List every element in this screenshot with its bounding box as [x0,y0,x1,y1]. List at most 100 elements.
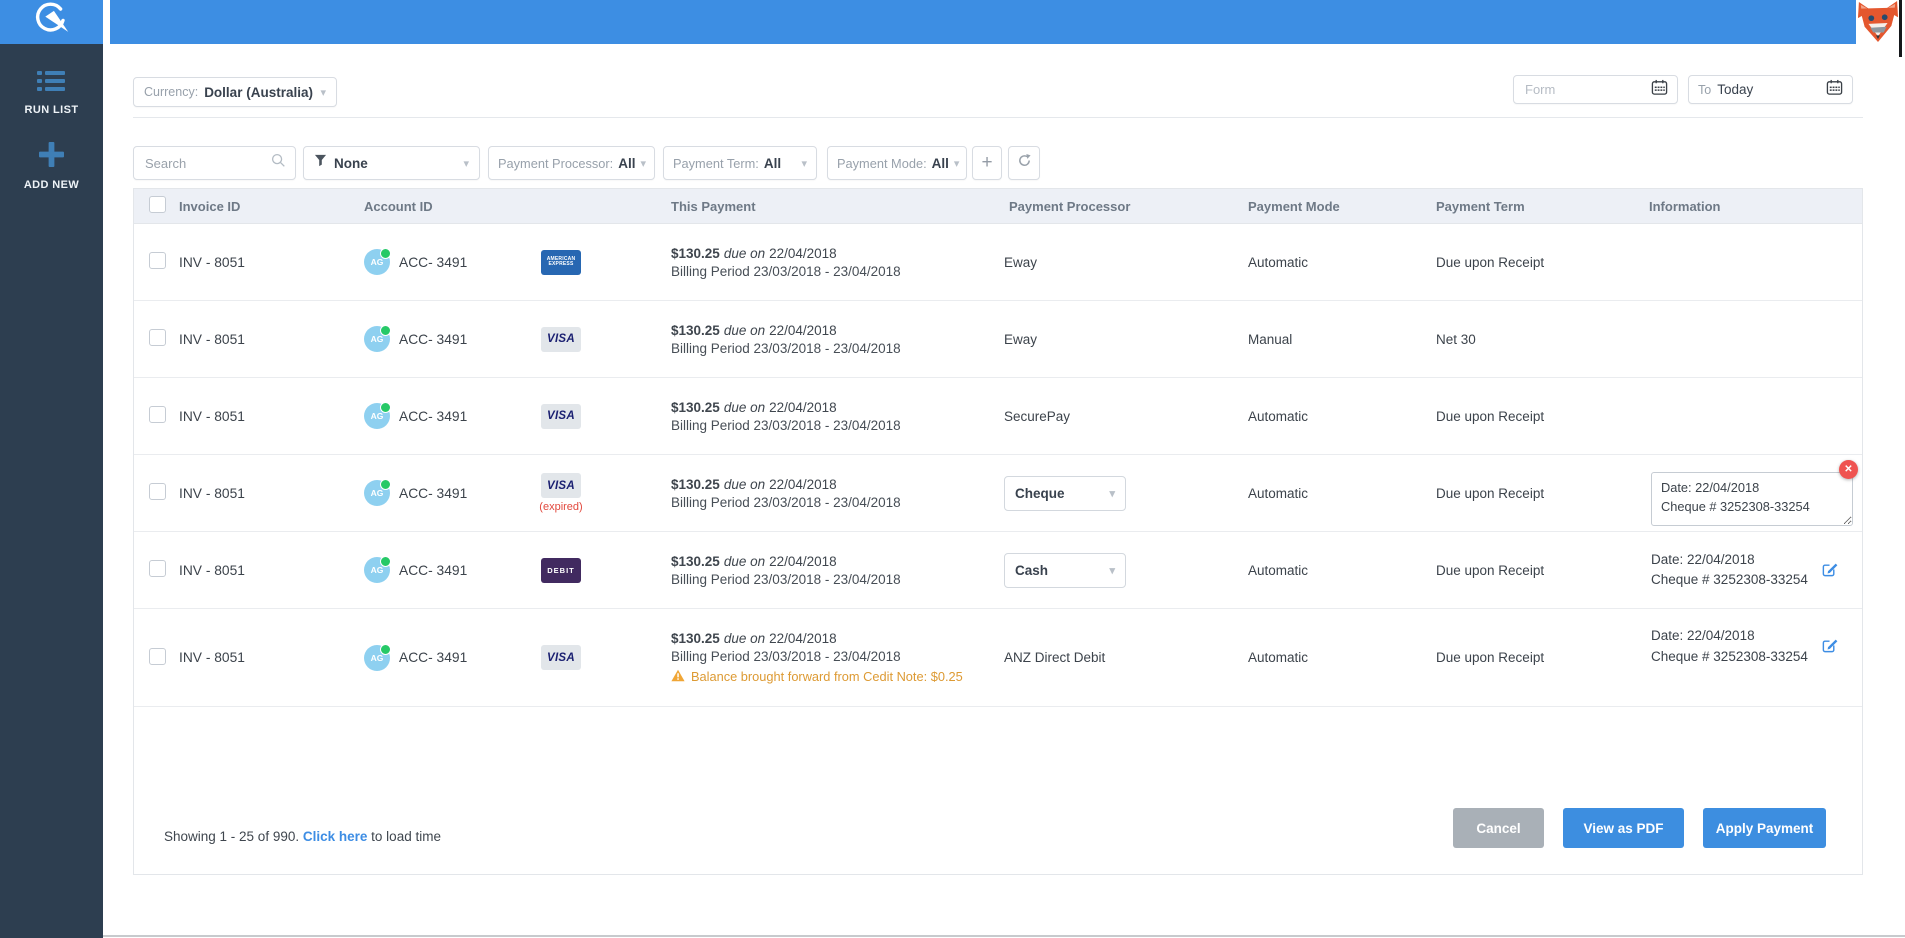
app-logo[interactable] [0,0,103,44]
payment-mode: Automatic [1243,486,1434,501]
close-icon[interactable]: ✕ [1839,460,1858,479]
due-word: due on [724,246,765,261]
filter-label: Payment Processor: [498,156,613,171]
info-textarea[interactable]: Date: 22/04/2018 Cheque # 3252308-33254 [1651,472,1853,526]
chevron-down-icon: ▾ [1109,564,1115,577]
view-as-pdf-button[interactable]: View as PDF [1563,808,1684,848]
calendar-icon[interactable] [1651,79,1668,101]
fox-mascot-icon [1855,1,1901,43]
row-checkbox[interactable] [149,329,166,346]
processor-select[interactable]: Cheque ▾ [1004,476,1126,511]
refresh-icon [1017,153,1032,173]
select-all-checkbox[interactable] [149,196,166,213]
currency-select[interactable]: Currency: Dollar (Australia) ▾ [133,77,337,107]
currency-label: Currency: [144,85,198,99]
funnel-icon [314,154,327,172]
payment-cell: $130.25due on22/04/2018 Billing Period 2… [669,477,1004,510]
account-id: ACC- 3491 [399,255,467,270]
window-edge-line [1899,0,1902,57]
edit-icon[interactable] [1821,560,1839,581]
payment-mode: Automatic [1243,409,1434,424]
date-from-input[interactable] [1523,81,1645,98]
reset-filters-button[interactable] [1008,146,1040,180]
sidebar-item-add-new[interactable]: ADD NEW [24,142,79,191]
avatar: AG [364,403,390,429]
app-window: RUN LIST ADD NEW Currency: Dollar (Austr… [0,0,1905,938]
filter-label: Payment Mode: [837,156,927,171]
chevron-down-icon: ▾ [954,157,960,170]
due-word: due on [724,554,765,569]
billing-period: Billing Period 23/03/2018 - 23/04/2018 [671,418,1004,433]
window-bottom-line [0,935,1905,937]
payments-table: Invoice ID Account ID This Payment Payme… [133,188,1863,875]
due-date: 22/04/2018 [769,323,837,338]
billing-period: Billing Period 23/03/2018 - 23/04/2018 [671,649,1004,664]
payment-mode: Automatic [1243,255,1434,270]
top-nav-bar [110,0,1856,44]
apply-payment-button[interactable]: Apply Payment [1703,808,1826,848]
cancel-button[interactable]: Cancel [1453,808,1544,848]
payment-term: Due upon Receipt [1434,486,1649,501]
amex-card-icon: AMERICAN EXPRESS [541,250,581,275]
online-status-dot [380,325,391,336]
sidebar-item-label: ADD NEW [24,179,79,191]
table-row: INV - 8051 AG ACC- 3491 VISA $130.25due … [134,609,1862,707]
due-date: 22/04/2018 [769,246,837,261]
date-from-field[interactable] [1513,75,1678,104]
filter-payment-mode[interactable]: Payment Mode: All ▾ [827,146,967,180]
filter-none-select[interactable]: None ▾ [303,146,480,180]
sidebar-item-run-list[interactable]: RUN LIST [25,70,79,116]
filter-value: All [764,156,781,171]
account-id: ACC- 3491 [399,486,467,501]
due-word: due on [724,400,765,415]
search-box[interactable] [133,146,296,180]
payment-cell: $130.25due on22/04/2018 Billing Period 2… [669,400,1004,433]
load-more-link[interactable]: Click here [303,829,368,844]
account-id: ACC- 3491 [399,332,467,347]
filter-payment-term[interactable]: Payment Term: All ▾ [663,146,817,180]
avatar: AG [364,645,390,671]
search-input[interactable] [143,155,271,172]
filter-payment-processor[interactable]: Payment Processor: All ▾ [488,146,655,180]
warning-text: Balance brought forward from Cedit Note:… [691,669,963,684]
col-header-term: Payment Term [1434,199,1649,214]
payment-amount: $130.25 [671,246,720,261]
info-editor: Date: 22/04/2018 Cheque # 3252308-33254 … [1651,472,1853,526]
plus-icon [39,142,64,172]
chevron-down-icon: ▾ [640,157,646,170]
warning-icon [671,669,685,685]
sidebar: RUN LIST ADD NEW [0,44,103,938]
date-to-value: Today [1717,82,1753,97]
payment-cell: $130.25due on22/04/2018 Billing Period 2… [669,554,1004,587]
invoice-id: INV - 8051 [177,486,357,501]
table-header-row: Invoice ID Account ID This Payment Payme… [134,189,1862,224]
row-checkbox[interactable] [149,406,166,423]
row-checkbox[interactable] [149,648,166,665]
date-to-field[interactable]: To Today [1688,75,1853,104]
calendar-icon[interactable] [1826,79,1843,101]
payment-amount: $130.25 [671,323,720,338]
processor-select[interactable]: Cash ▾ [1004,553,1126,588]
list-icon [37,70,65,97]
row-checkbox[interactable] [149,483,166,500]
row-checkbox[interactable] [149,252,166,269]
row-checkbox[interactable] [149,560,166,577]
due-date: 22/04/2018 [769,631,837,646]
add-filter-button[interactable]: + [972,146,1002,180]
payment-processor: ANZ Direct Debit [1004,650,1243,665]
edit-icon[interactable] [1821,636,1839,657]
table-row: INV - 8051 AG ACC- 3491 VISA (expired) $… [134,455,1862,532]
billing-period: Billing Period 23/03/2018 - 23/04/2018 [671,264,1004,279]
payment-mode: Automatic [1243,563,1434,578]
col-header-mode: Payment Mode [1243,199,1434,214]
filter-value: All [932,156,949,171]
billing-period: Billing Period 23/03/2018 - 23/04/2018 [671,572,1004,587]
payment-processor: Eway [1004,255,1243,270]
visa-card-icon: VISA [541,473,581,498]
col-header-processor: Payment Processor [1004,199,1243,214]
logo-icon [31,2,73,42]
table-row: INV - 8051 AG ACC- 3491 AMERICAN EXPRESS… [134,224,1862,301]
due-word: due on [724,477,765,492]
online-status-dot [380,556,391,567]
pagination-status: Showing 1 - 25 of 990. Click here to loa… [164,829,441,844]
